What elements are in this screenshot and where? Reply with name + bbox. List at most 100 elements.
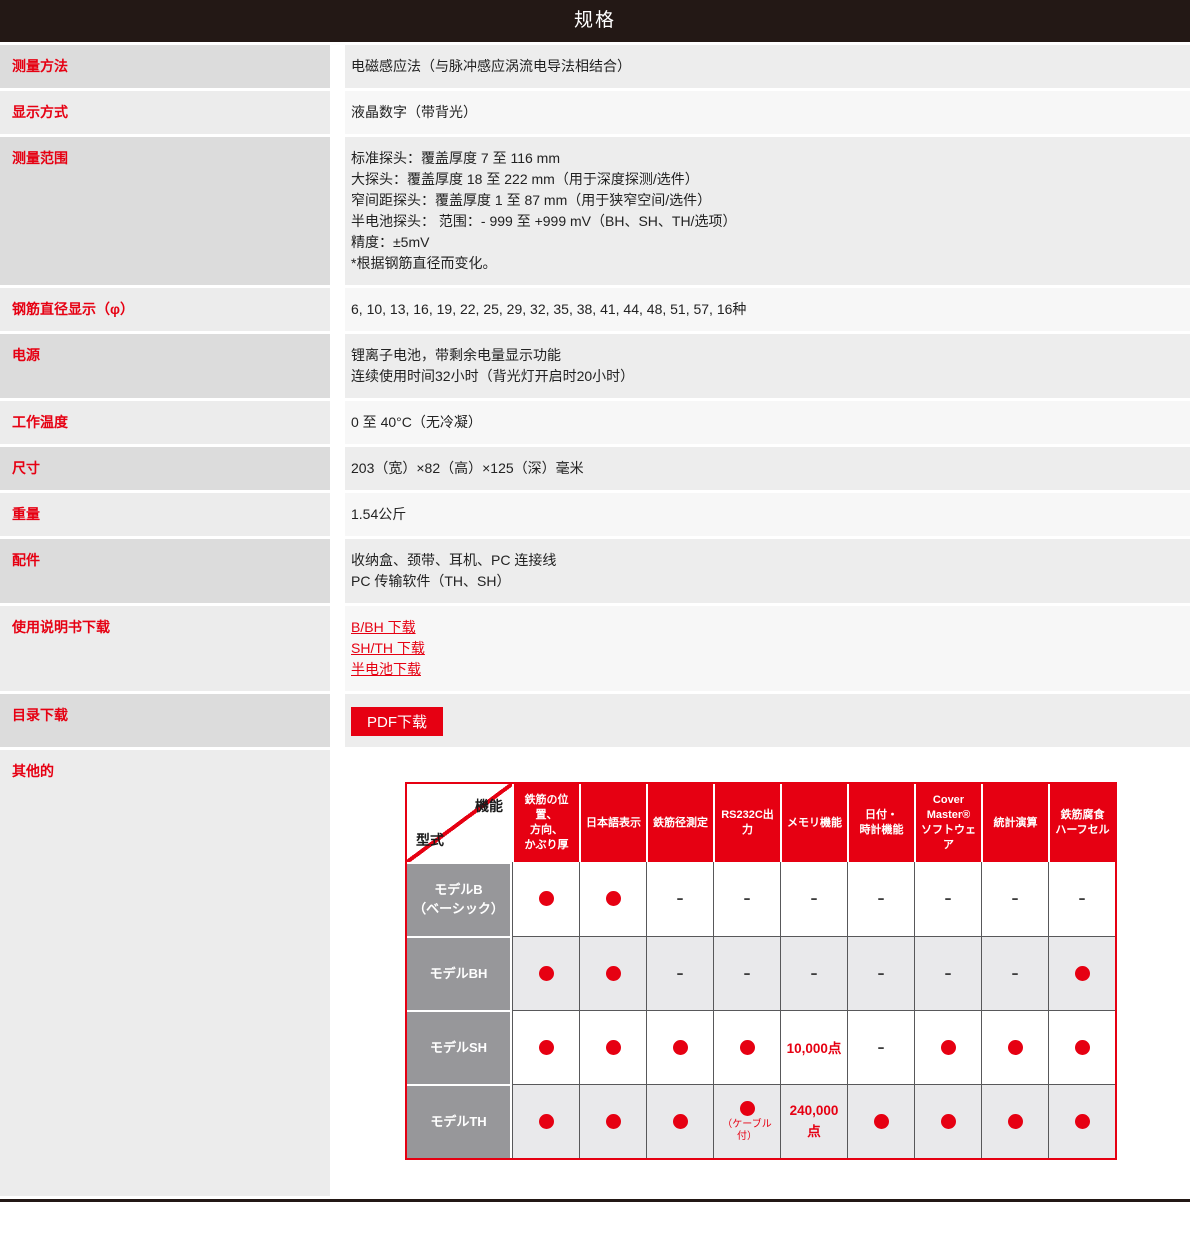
feature-value-cell bbox=[512, 1084, 579, 1158]
spec-value-cell: 收纳盒、颈带、耳机、PC 连接线 PC 传输软件（TH、SH） bbox=[345, 539, 1190, 603]
spec-row: 尺寸203（宽）×82（高）×125（深）毫米 bbox=[0, 447, 1190, 490]
feature-column-header: 鉄筋腐食 ハーフセル bbox=[1048, 784, 1115, 862]
not-available-dash: – bbox=[878, 966, 885, 982]
spec-value: 锂离子电池，带剩余电量显示功能 连续使用时间32小时（背光灯开启时20小时） bbox=[351, 345, 1180, 387]
feature-value-cell: – bbox=[981, 862, 1048, 936]
available-dot-icon bbox=[1075, 966, 1090, 981]
available-dot-icon bbox=[539, 891, 554, 906]
feature-value-cell: – bbox=[847, 936, 914, 1010]
feature-value-cell: – bbox=[646, 936, 713, 1010]
feature-value-cell bbox=[579, 862, 646, 936]
download-link[interactable]: 半电池下载 bbox=[351, 661, 421, 677]
spec-row: 重量 1.54公斤 bbox=[0, 493, 1190, 536]
available-dot-icon bbox=[606, 966, 621, 981]
spec-label: 重量 bbox=[12, 506, 40, 522]
spec-label-cell: 测量方法 bbox=[0, 45, 330, 88]
feature-column-header: 日付・ 時計機能 bbox=[847, 784, 914, 862]
spec-value: 收纳盒、颈带、耳机、PC 连接线 PC 传输软件（TH、SH） bbox=[351, 550, 1180, 592]
feature-value-cell: 10,000点 bbox=[780, 1010, 847, 1084]
spec-label: 配件 bbox=[12, 552, 40, 568]
feature-value-cell bbox=[579, 1084, 646, 1158]
download-link[interactable]: B/BH 下载 bbox=[351, 619, 416, 635]
feature-value-cell bbox=[646, 1084, 713, 1158]
spec-value: 6, 10, 13, 16, 19, 22, 25, 29, 32, 35, 3… bbox=[351, 299, 1180, 320]
feature-value-cell: 240,000点 bbox=[780, 1084, 847, 1158]
feature-header-row: 機能型式鉄筋の位置、 方向、 かぶり厚日本語表示鉄筋径測定RS232C出力メモリ… bbox=[407, 784, 1115, 862]
spec-label: 电源 bbox=[12, 347, 40, 363]
spec-label-cell: 重量 bbox=[0, 493, 330, 536]
feature-table-wrapper: 機能型式鉄筋の位置、 方向、 かぶり厚日本語表示鉄筋径測定RS232C出力メモリ… bbox=[405, 782, 1180, 1160]
available-dot-icon bbox=[1075, 1040, 1090, 1055]
available-dot-icon bbox=[874, 1114, 889, 1129]
spec-value: 1.54公斤 bbox=[351, 504, 1180, 525]
spec-label-cell: 配件 bbox=[0, 539, 330, 603]
spec-value-cell: 0 至 40°C（无冷凝） bbox=[345, 401, 1190, 444]
not-available-dash: – bbox=[1012, 891, 1019, 907]
feature-value-cell: – bbox=[914, 936, 981, 1010]
feature-value-cell bbox=[1048, 1010, 1115, 1084]
spec-value-cell: 液晶数字（带背光） bbox=[345, 91, 1190, 134]
feature-value-cell: – bbox=[1048, 862, 1115, 936]
spec-label-cell: 使用说明书下载 bbox=[0, 606, 330, 691]
feature-column-header: 鉄筋径測定 bbox=[646, 784, 713, 862]
feature-value-cell: – bbox=[914, 862, 981, 936]
spec-label-cell: 工作温度 bbox=[0, 401, 330, 444]
pdf-download-button[interactable]: PDF下载 bbox=[351, 707, 443, 736]
feature-value-cell bbox=[579, 936, 646, 1010]
corner-label-function: 機能 bbox=[475, 796, 503, 816]
download-link[interactable]: SH/TH 下载 bbox=[351, 640, 425, 656]
spec-label-cell: 目录下载 bbox=[0, 694, 330, 747]
feature-value-cell: – bbox=[713, 936, 780, 1010]
feature-comparison-table: 機能型式鉄筋の位置、 方向、 かぶり厚日本語表示鉄筋径測定RS232C出力メモリ… bbox=[405, 782, 1117, 1160]
corner-label-model: 型式 bbox=[416, 830, 444, 850]
feature-value-cell bbox=[981, 1010, 1048, 1084]
not-available-dash: – bbox=[811, 966, 818, 982]
feature-row: モデルB （ベーシック）––––––– bbox=[407, 862, 1115, 936]
not-available-dash: – bbox=[677, 891, 684, 907]
spec-value-cell: B/BH 下载 SH/TH 下载半电池下载 bbox=[345, 606, 1190, 691]
not-available-dash: – bbox=[945, 891, 952, 907]
spec-label-cell: 电源 bbox=[0, 334, 330, 398]
spec-row: 目录下载 PDF下载 bbox=[0, 694, 1190, 747]
not-available-dash: – bbox=[945, 966, 952, 982]
spec-row: 测量方法电磁感应法（与脉冲感应涡流电导法相结合） bbox=[0, 45, 1190, 88]
feature-value-cell: – bbox=[847, 1010, 914, 1084]
feature-column-header: 日本語表示 bbox=[579, 784, 646, 862]
feature-value-cell bbox=[847, 1084, 914, 1158]
available-dot-icon bbox=[740, 1040, 755, 1055]
feature-value-cell: – bbox=[847, 862, 914, 936]
spec-label: 使用说明书下载 bbox=[12, 619, 110, 635]
available-dot-icon bbox=[941, 1114, 956, 1129]
feature-value-cell: – bbox=[780, 936, 847, 1010]
available-dot-icon bbox=[539, 1040, 554, 1055]
not-available-dash: – bbox=[744, 966, 751, 982]
available-dot-icon bbox=[606, 891, 621, 906]
spec-label: 尺寸 bbox=[12, 460, 40, 476]
corner-cell: 機能型式 bbox=[407, 784, 512, 862]
not-available-dash: – bbox=[878, 891, 885, 907]
available-dot-icon bbox=[941, 1040, 956, 1055]
download-link-line: 半电池下载 bbox=[351, 659, 1180, 680]
feature-value-cell bbox=[512, 862, 579, 936]
section-title-bar: 规格 bbox=[0, 0, 1190, 42]
spec-value-cell: 锂离子电池，带剩余电量显示功能 连续使用时间32小时（背光灯开启时20小时） bbox=[345, 334, 1190, 398]
spec-label-cell: 测量范围 bbox=[0, 137, 330, 285]
spec-label: 其他的 bbox=[12, 763, 54, 779]
spec-label: 目录下载 bbox=[12, 707, 68, 723]
spec-value-cell: 6, 10, 13, 16, 19, 22, 25, 29, 32, 35, 3… bbox=[345, 288, 1190, 331]
not-available-dash: – bbox=[878, 1040, 885, 1056]
spec-value-cell: 电磁感应法（与脉冲感应涡流电导法相结合） bbox=[345, 45, 1190, 88]
spec-value: 液晶数字（带背光） bbox=[351, 102, 1180, 123]
feature-value-cell: – bbox=[780, 862, 847, 936]
feature-row: モデルSH10,000点– bbox=[407, 1010, 1115, 1084]
feature-row: モデルTH（ケーブル付）240,000点 bbox=[407, 1084, 1115, 1158]
feature-value-cell bbox=[914, 1084, 981, 1158]
memory-capacity-text: 240,000点 bbox=[790, 1103, 839, 1139]
available-dot-icon bbox=[673, 1114, 688, 1129]
feature-value-cell: – bbox=[646, 862, 713, 936]
download-link-line: SH/TH 下载 bbox=[351, 638, 1180, 659]
spec-label-cell: 尺寸 bbox=[0, 447, 330, 490]
spec-table: 测量方法电磁感应法（与脉冲感应涡流电导法相结合）显示方式液晶数字（带背光）测量范… bbox=[0, 45, 1190, 1196]
feature-value-cell bbox=[512, 936, 579, 1010]
page-title: 规格 bbox=[574, 10, 616, 31]
